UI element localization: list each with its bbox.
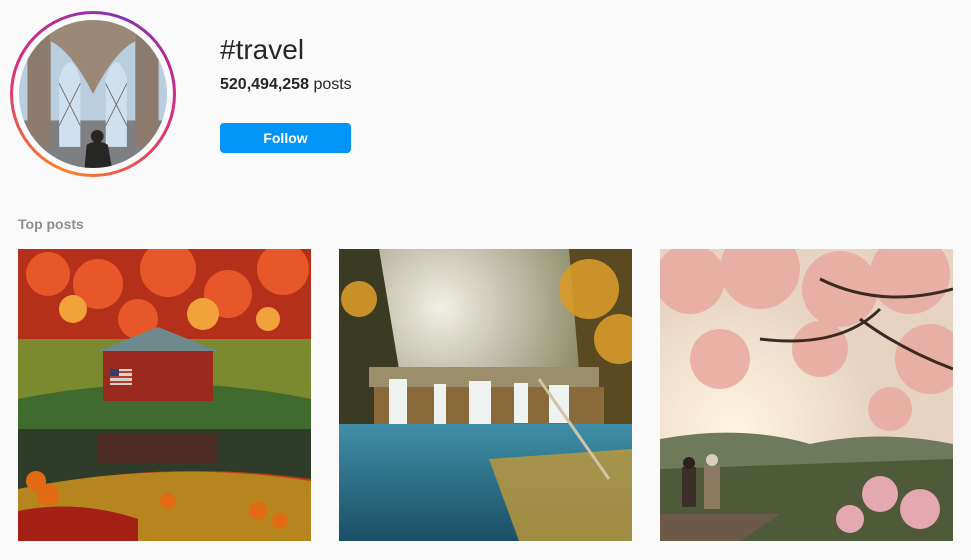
avatar-gap <box>13 14 173 174</box>
top-post-waterfall[interactable] <box>339 249 632 541</box>
cherry-blossom-image <box>660 249 953 541</box>
top-post-cherry-blossom[interactable] <box>660 249 953 541</box>
follow-button[interactable]: Follow <box>220 123 351 153</box>
top-posts-label: Top posts <box>18 216 84 232</box>
hashtag-avatar <box>19 20 167 168</box>
bridge-photo <box>19 20 167 168</box>
top-post-autumn-farm[interactable] <box>18 249 311 541</box>
hashtag-title: #travel <box>220 34 305 65</box>
post-count: 520,494,258 posts <box>220 75 352 95</box>
waterfall-image <box>339 249 632 541</box>
post-count-suffix: posts <box>313 76 352 93</box>
post-count-number: 520,494,258 <box>220 76 309 93</box>
autumn-farm-image <box>18 249 311 541</box>
hashtag-avatar-ring <box>10 11 176 177</box>
